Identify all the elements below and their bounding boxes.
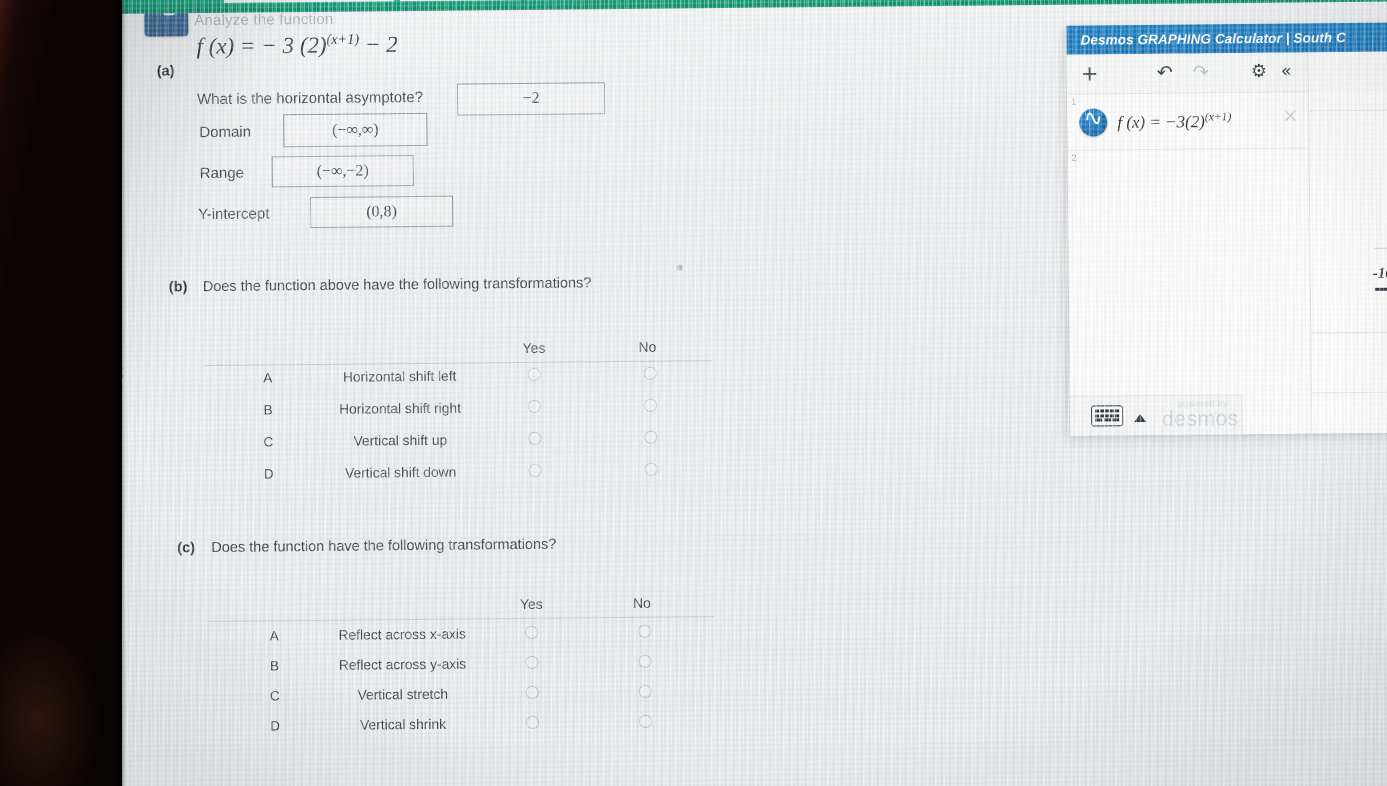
expression-row-2[interactable]: 2 xyxy=(1068,148,1309,184)
table-c-row-c-yes-radio[interactable] xyxy=(525,685,539,699)
y-intercept-input[interactable]: (0,8) xyxy=(309,195,454,229)
table-c-row-a-text: Reflect across x-axis xyxy=(338,626,466,643)
collapse-chevron-icon[interactable]: « xyxy=(1281,60,1292,84)
table-c-col-no: No xyxy=(632,594,651,611)
dust-speck xyxy=(676,264,683,271)
formula-exponent: (x+1) xyxy=(326,31,360,48)
grid-line xyxy=(1311,391,1387,394)
expression-exponent: (x+1) xyxy=(1204,110,1232,124)
formula-lhs: f (x) = xyxy=(196,33,256,59)
domain-input[interactable]: (−∞,∞) xyxy=(283,112,428,148)
x-axis-line xyxy=(1374,286,1387,291)
table-c-row-c-letter: C xyxy=(269,688,280,704)
browser-tab-2[interactable] xyxy=(399,0,521,2)
table-c-header-rule xyxy=(207,616,715,623)
undo-icon[interactable]: ↶ xyxy=(1157,61,1173,85)
table-c-row-a-no-radio[interactable] xyxy=(638,624,652,638)
axis-tick-label: -10 xyxy=(1372,265,1387,282)
table-c-row-d-letter: D xyxy=(270,718,281,734)
table-b-row-d-no-radio[interactable] xyxy=(644,462,658,476)
range-input[interactable]: (−∞,−2) xyxy=(271,155,414,188)
table-b-col-no: No xyxy=(638,338,657,355)
table-b-row-d-text: Vertical shift down xyxy=(344,464,457,481)
table-b-row-b-letter: B xyxy=(263,402,273,418)
desmos-graph-area[interactable] xyxy=(1309,91,1387,434)
part-b-question: Does the function above have the followi… xyxy=(202,275,592,296)
gear-icon[interactable]: ⚙ xyxy=(1251,60,1267,84)
table-b-row-d-letter: D xyxy=(263,466,274,482)
redo-icon[interactable]: ↷ xyxy=(1193,60,1209,84)
table-c-row-b-text: Reflect across y-axis xyxy=(338,656,467,673)
table-c-col-yes: Yes xyxy=(519,595,543,613)
expression-lhs: f (x) = −3(2) xyxy=(1117,112,1206,132)
part-b-label: (b) xyxy=(168,279,188,296)
grid-line xyxy=(1309,109,1387,112)
table-b-row-c-letter: C xyxy=(263,434,274,450)
table-b-row-b-no-radio[interactable] xyxy=(643,398,658,412)
keyboard-caret-icon[interactable] xyxy=(1134,414,1147,423)
table-b-row-c-no-radio[interactable] xyxy=(644,430,658,444)
desmos-wave-icon[interactable] xyxy=(1079,108,1108,137)
range-label: Range xyxy=(199,164,245,183)
desmos-watermark: powered by desmos xyxy=(1162,398,1239,431)
expression-row-2-number: 2 xyxy=(1071,152,1077,163)
main-formula: f (x) = − 3 (2)(x+1) − 2 xyxy=(196,31,397,60)
desmos-calculator-window[interactable]: Desmos GRAPHING Calculator | South C + ↶… xyxy=(1066,22,1387,436)
browser-tab-1[interactable] xyxy=(223,0,395,3)
desmos-toolbar: + ↶ ↷ ⚙ « xyxy=(1066,52,1310,95)
photographed-screen: Analyze the function f (x) = − 3 (2)(x+1… xyxy=(0,0,1387,786)
table-c-row-b-no-radio[interactable] xyxy=(638,654,652,668)
table-c-row-d-text: Vertical shrink xyxy=(360,716,447,733)
table-c-row-d-yes-radio[interactable] xyxy=(525,715,540,729)
domain-label: Domain xyxy=(199,123,252,142)
watermark-brand: desmos xyxy=(1162,407,1239,431)
table-b-row-d-yes-radio[interactable] xyxy=(528,463,542,477)
expression-row-1[interactable]: 1 f (x) = −3(2)(x+1) × xyxy=(1067,92,1309,151)
table-c-row-b-letter: B xyxy=(269,658,280,674)
part-c-label: (c) xyxy=(177,540,196,557)
table-b-row-b-yes-radio[interactable] xyxy=(527,399,542,413)
keyboard-icon[interactable] xyxy=(1091,405,1124,427)
desmos-expression-panel: 1 f (x) = −3(2)(x+1) × 2 xyxy=(1067,92,1313,436)
table-b-row-c-text: Vertical shift up xyxy=(353,432,448,449)
formula-rhs: − 3 (2) xyxy=(261,32,327,59)
formula-tail: − 2 xyxy=(364,31,398,58)
table-b-row-a-no-radio[interactable] xyxy=(643,366,657,380)
table-c-row-a-yes-radio[interactable] xyxy=(525,625,539,639)
table-c-row-d-no-radio[interactable] xyxy=(638,714,653,728)
desmos-title-bar: Desmos GRAPHING Calculator | South C xyxy=(1066,22,1387,55)
table-b-row-a-letter: A xyxy=(263,370,273,386)
y-intercept-label: Y-intercept xyxy=(198,205,270,224)
expression-row-1-formula[interactable]: f (x) = −3(2)(x+1) xyxy=(1117,110,1231,133)
asymptote-input[interactable]: −2 xyxy=(456,82,606,116)
table-c-row-c-no-radio[interactable] xyxy=(638,684,652,698)
question-badge xyxy=(144,10,189,37)
expression-row-1-number: 1 xyxy=(1071,96,1077,107)
add-expression-icon[interactable]: + xyxy=(1081,61,1099,85)
monitor-screen: Analyze the function f (x) = − 3 (2)(x+1… xyxy=(104,0,1387,786)
table-b-row-a-text: Horizontal shift left xyxy=(342,368,457,385)
table-b-row-a-yes-radio[interactable] xyxy=(527,367,541,381)
grid-line xyxy=(1311,331,1387,334)
table-c-row-c-text: Vertical stretch xyxy=(357,686,449,703)
grid-line xyxy=(1374,246,1387,249)
table-b-row-b-text: Horizontal shift right xyxy=(338,400,462,417)
table-b-row-c-yes-radio[interactable] xyxy=(528,431,542,445)
table-c-row-b-yes-radio[interactable] xyxy=(525,655,539,669)
desmos-body: + ↶ ↷ ⚙ « 1 f (x) = −3(2)(x+1) × xyxy=(1066,51,1387,436)
table-c-row-a-letter: A xyxy=(269,628,279,644)
part-a-label: (a) xyxy=(156,63,175,80)
asymptote-question-label: What is the horizontal asymptote? xyxy=(196,88,424,109)
prompt-title: Analyze the function xyxy=(194,10,334,30)
table-b-col-yes: Yes xyxy=(522,339,546,356)
table-b-header-rule xyxy=(204,360,712,367)
monitor-bezel-left xyxy=(0,0,126,786)
close-icon[interactable]: × xyxy=(1282,105,1298,127)
part-c-question: Does the function have the following tra… xyxy=(211,536,557,556)
